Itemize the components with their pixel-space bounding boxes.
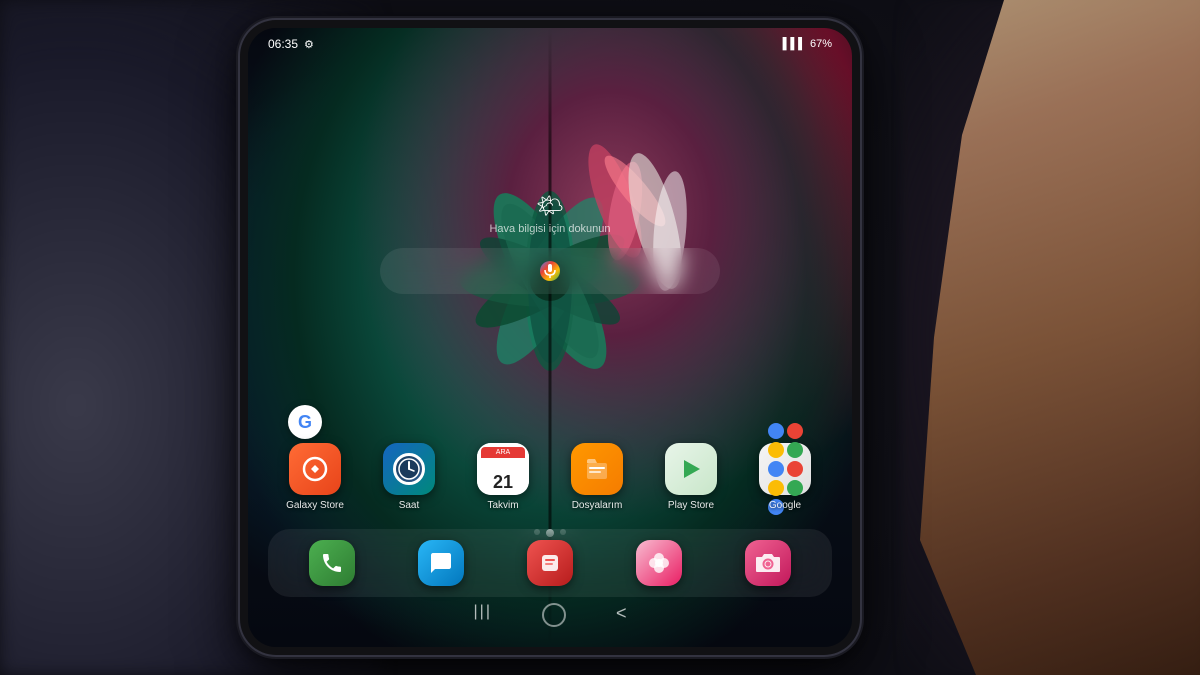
nav-back-button[interactable]: < [616, 603, 627, 627]
scene: 06:35 ⚙ ▌▌▌ 67% 🌤 Hava bilgisi için doku… [0, 0, 1200, 675]
calendar-header: ARA [481, 447, 525, 458]
nav-home-button[interactable] [542, 603, 566, 627]
dock-camera[interactable] [739, 540, 797, 586]
status-icons-area: ▌▌▌ 67% [783, 38, 832, 50]
apps-row-1: Galaxy Store [268, 443, 832, 511]
app-galaxy-store[interactable]: Galaxy Store [278, 443, 353, 511]
time-display: 06:35 [268, 37, 298, 51]
weather-widget[interactable]: 🌤 Hava bilgisi için dokunun [489, 193, 610, 235]
app-play-store[interactable]: Play Store [654, 443, 729, 511]
phone-screen: 06:35 ⚙ ▌▌▌ 67% 🌤 Hava bilgisi için doku… [248, 28, 852, 647]
google-search-bar[interactable] [380, 248, 720, 294]
google-g-icon[interactable]: G [288, 405, 322, 439]
clock-icon [393, 453, 425, 485]
app-label-galaxy-store: Galaxy Store [286, 500, 344, 511]
google-mic-button[interactable] [540, 261, 560, 281]
app-saat[interactable]: Saat [372, 443, 447, 511]
app-label-play-store: Play Store [668, 500, 714, 511]
dock-bixby[interactable] [521, 540, 579, 586]
app-dosyalarim[interactable]: Dosyalarım [560, 443, 635, 511]
navigation-bar: ||| < [248, 603, 852, 627]
status-time-area: 06:35 ⚙ [268, 37, 314, 51]
phone-device: 06:35 ⚙ ▌▌▌ 67% 🌤 Hava bilgisi için doku… [240, 20, 860, 655]
battery-percent: 67% [810, 38, 832, 50]
nav-recent-button[interactable]: ||| [474, 603, 492, 627]
app-label-takvim: Takvim [487, 500, 518, 511]
calendar-date: 21 [493, 473, 513, 491]
app-takvim[interactable]: ARA 21 Takvim [466, 443, 541, 511]
dock-phone[interactable] [303, 540, 361, 586]
dock-galaxy-flower[interactable] [630, 540, 688, 586]
signal-icon: ▌▌▌ [783, 38, 806, 50]
weather-icon: 🌤 [489, 193, 610, 219]
dock-messages[interactable] [412, 540, 470, 586]
app-label-google: Google [769, 500, 801, 511]
app-label-dosyalarim: Dosyalarım [572, 500, 623, 511]
weather-text: Hava bilgisi için dokunun [489, 223, 610, 235]
calendar-icon: ARA 21 [477, 443, 529, 495]
app-label-saat: Saat [399, 500, 420, 511]
status-bar: 06:35 ⚙ ▌▌▌ 67% [248, 28, 852, 60]
app-google[interactable]: Google [748, 443, 823, 511]
settings-icon: ⚙ [304, 38, 314, 51]
